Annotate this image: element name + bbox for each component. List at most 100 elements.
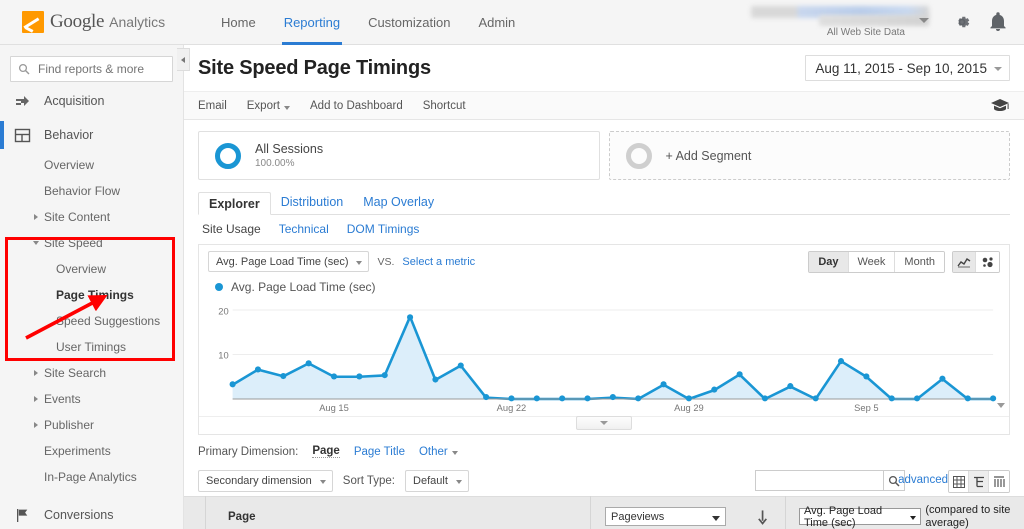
subtab-site-usage[interactable]: Site Usage <box>202 222 261 236</box>
search-input[interactable] <box>36 61 165 77</box>
chevron-right-icon <box>34 214 38 220</box>
sidebar-item-publisher[interactable]: Publisher <box>0 412 183 438</box>
chart-date-slider[interactable] <box>199 403 1009 434</box>
add-segment-button[interactable]: + Add Segment <box>608 131 1010 180</box>
email-button[interactable]: Email <box>198 100 227 112</box>
export-button[interactable]: Export <box>247 100 291 112</box>
legend-label: Avg. Page Load Time (sec) <box>231 280 376 294</box>
nav-reporting[interactable]: Reporting <box>270 0 354 45</box>
sidebar-label: Overview <box>56 262 107 276</box>
chart-view-controls: Day Week Month <box>808 251 1000 273</box>
logo-analytics-text: Analytics <box>109 14 166 30</box>
line-chart[interactable] <box>207 298 1001 416</box>
line-chart-icon[interactable] <box>953 252 976 272</box>
subtab-dom-timings[interactable]: DOM Timings <box>347 222 420 236</box>
date-range-picker[interactable]: Aug 11, 2015 - Sep 10, 2015 <box>805 55 1010 81</box>
primary-dimension-other[interactable]: Other <box>419 446 458 458</box>
sidebar-nav: Acquisition Behavior Overview Behavior F… <box>0 84 183 529</box>
sidebar-label-acquisition: Acquisition <box>44 94 105 108</box>
tab-map-overlay[interactable]: Map Overlay <box>353 191 444 214</box>
sidebar-item-behavior[interactable]: Behavior <box>0 118 183 152</box>
sidebar-collapse-button[interactable] <box>177 48 190 71</box>
sidebar-item-acquisition[interactable]: Acquisition <box>0 84 183 118</box>
advanced-filter-link[interactable]: advanced <box>898 474 948 486</box>
sidebar-item-site-content[interactable]: Site Content <box>0 204 183 230</box>
motion-chart-icon[interactable] <box>976 252 999 272</box>
primary-dimension-page-title[interactable]: Page Title <box>354 446 405 458</box>
table-controls: Secondary dimension Sort Type: Default a… <box>184 466 1024 496</box>
sidebar-label: Behavior Flow <box>44 184 121 198</box>
table-search-input[interactable] <box>755 470 883 491</box>
graduation-cap-icon[interactable] <box>990 97 1010 113</box>
subtab-technical[interactable]: Technical <box>279 222 329 236</box>
sidebar-item-experiments[interactable]: Experiments <box>0 438 183 464</box>
chart-area[interactable]: 10 20 Aug 15 Aug 22 Aug 29 Sep 5 <box>207 298 1001 416</box>
sidebar-label: Experiments <box>44 444 111 458</box>
chevron-down-icon[interactable] <box>919 18 929 23</box>
nav-home[interactable]: Home <box>207 0 270 45</box>
chart-slider-handle[interactable] <box>576 416 632 430</box>
sort-type-label: Sort Type: <box>342 475 396 487</box>
pivot-view-icon[interactable] <box>969 471 989 492</box>
primary-dimension-page[interactable]: Page <box>312 445 340 458</box>
sidebar-search[interactable] <box>10 56 173 82</box>
sidebar-label: User Timings <box>56 340 127 354</box>
add-segment-donut-icon <box>625 142 652 169</box>
nav-customization[interactable]: Customization <box>354 0 464 45</box>
chart-controls: Avg. Page Load Time (sec) VS. Select a m… <box>199 245 1009 278</box>
top-navigation: Home Reporting Customization Admin <box>207 0 529 45</box>
sidebar-item-conversions[interactable]: Conversions <box>0 498 183 529</box>
sidebar-label-behavior: Behavior <box>44 128 94 142</box>
legend-color-dot <box>215 283 223 291</box>
handle-grip-icon <box>600 421 608 425</box>
nav-admin[interactable]: Admin <box>464 0 529 45</box>
account-view-label: All Web Site Data <box>826 27 905 38</box>
sidebar-item-behavior-overview[interactable]: Overview <box>0 152 183 178</box>
gear-icon[interactable] <box>952 12 972 32</box>
page-title: Site Speed Page Timings <box>198 56 431 79</box>
sidebar-label: Publisher <box>44 418 95 432</box>
chevron-right-icon <box>34 422 38 428</box>
chevron-left-icon <box>181 56 185 63</box>
shortcut-button[interactable]: Shortcut <box>423 100 466 112</box>
granularity-day[interactable]: Day <box>809 252 849 272</box>
sidebar-item-events[interactable]: Events <box>0 386 183 412</box>
down-arrow-icon[interactable] <box>756 509 769 525</box>
granularity-week[interactable]: Week <box>848 252 896 272</box>
page-header: Site Speed Page Timings Aug 11, 2015 - S… <box>184 45 1024 92</box>
metric-selector-dropdown[interactable]: Avg. Page Load Time (sec) <box>208 251 370 272</box>
sidebar-item-site-speed-overview[interactable]: Overview <box>0 256 183 282</box>
add-to-dashboard-button[interactable]: Add to Dashboard <box>310 100 403 112</box>
chart-type-group <box>952 251 1000 273</box>
sidebar-item-site-search[interactable]: Site Search <box>0 360 183 386</box>
table-header-metric: Pageviews <box>590 496 785 529</box>
bell-icon[interactable] <box>988 11 1008 33</box>
sidebar: Acquisition Behavior Overview Behavior F… <box>0 45 184 529</box>
select-a-metric-link[interactable]: Select a metric <box>402 256 475 268</box>
behavior-icon <box>14 128 31 142</box>
table-search[interactable] <box>755 470 905 491</box>
compare-metric-dropdown[interactable]: Avg. Page Load Time (sec) <box>799 505 922 529</box>
segment-bar: All Sessions 100.00% + Add Segment <box>184 120 1024 180</box>
comparison-view-icon[interactable] <box>989 471 1009 492</box>
sidebar-item-user-timings[interactable]: User Timings <box>0 334 183 360</box>
table-view-icon[interactable] <box>949 471 969 492</box>
sidebar-item-in-page-analytics[interactable]: In-Page Analytics <box>0 464 183 490</box>
table-header-page[interactable]: Page <box>205 496 590 529</box>
secondary-dimension-dropdown[interactable]: Secondary dimension <box>198 470 333 492</box>
sidebar-item-page-timings[interactable]: Page Timings <box>0 282 183 308</box>
google-analytics-logo[interactable]: Google Analytics <box>22 11 172 33</box>
account-selector[interactable]: All Web Site Data <box>719 6 929 38</box>
sidebar-item-behavior-flow[interactable]: Behavior Flow <box>0 178 183 204</box>
date-range-label: Aug 11, 2015 - Sep 10, 2015 <box>815 60 987 76</box>
primary-dimension-row: Primary Dimension: Page Page Title Other <box>198 445 1010 458</box>
sort-type-dropdown[interactable]: Default <box>405 470 469 492</box>
pageviews-dropdown[interactable]: Pageviews <box>605 507 726 526</box>
tab-distribution[interactable]: Distribution <box>271 191 354 214</box>
sidebar-item-speed-suggestions[interactable]: Speed Suggestions <box>0 308 183 334</box>
tab-explorer[interactable]: Explorer <box>198 192 271 215</box>
sidebar-item-site-speed[interactable]: Site Speed <box>0 230 183 256</box>
granularity-month[interactable]: Month <box>895 252 944 272</box>
segment-all-sessions[interactable]: All Sessions 100.00% <box>198 131 600 180</box>
chart-collapse-caret-icon[interactable] <box>997 403 1005 408</box>
